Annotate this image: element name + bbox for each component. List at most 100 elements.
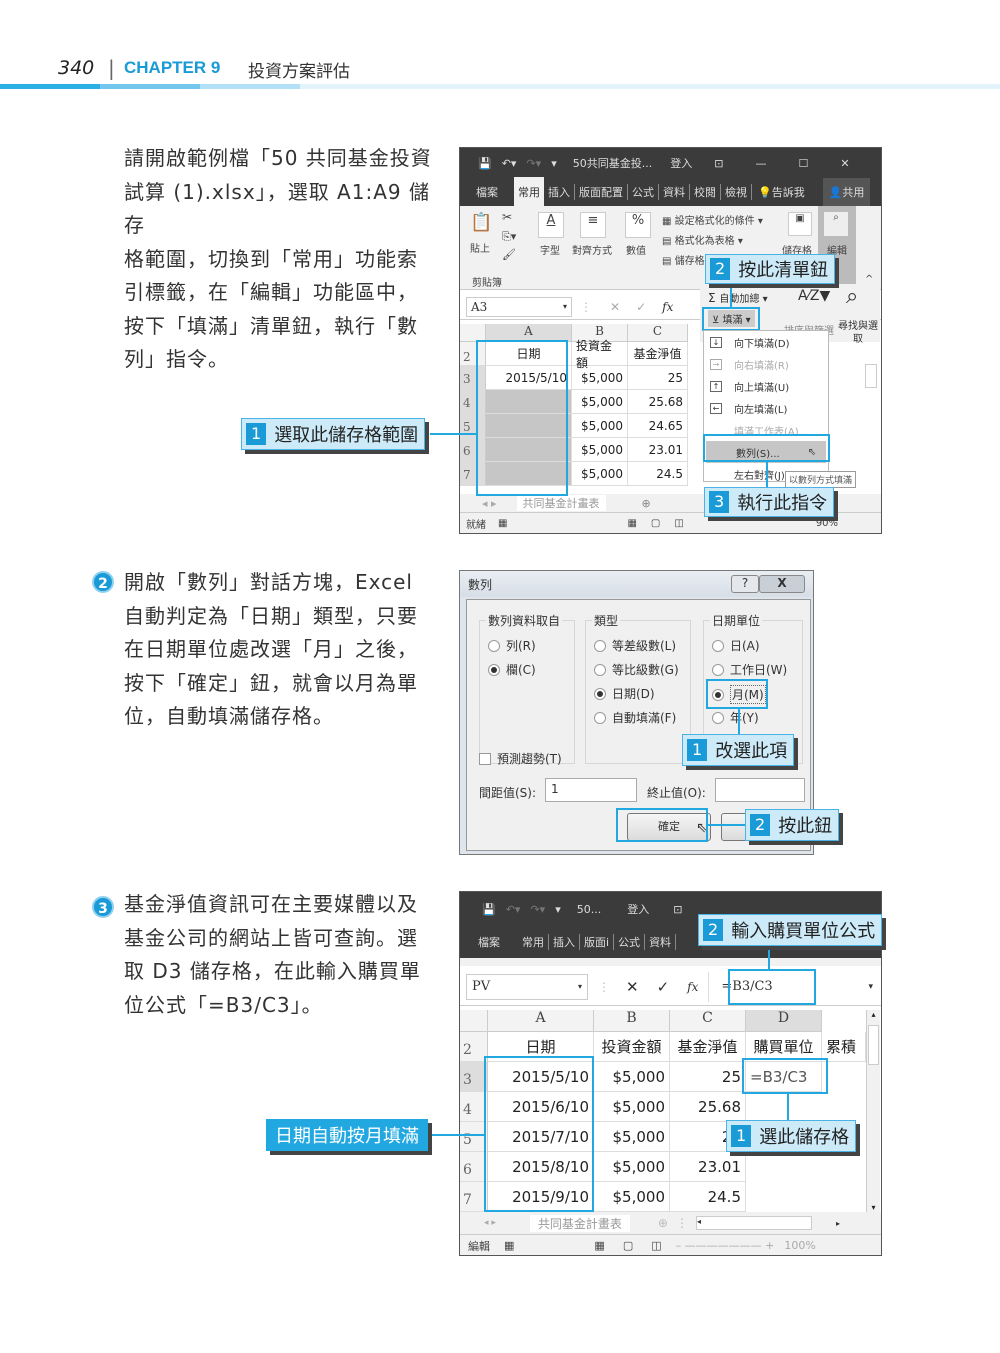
zoom-slider[interactable]: – ——————— + [676, 1239, 775, 1252]
fx-icon[interactable]: fx [687, 980, 698, 994]
header-cell-cumulative[interactable]: 累積 [822, 1032, 866, 1062]
scroll-thumb[interactable] [868, 1025, 879, 1065]
tab-insert[interactable]: 插入 [544, 184, 575, 200]
tab-formulas[interactable]: 公式 [628, 184, 659, 200]
sheet-prev-icon[interactable]: ◂ ▸ [482, 497, 497, 510]
cell-c6[interactable]: 23.01 [628, 438, 688, 462]
tab-file[interactable]: 檔案 [478, 934, 500, 950]
normal-view-icon[interactable]: ▦ [627, 518, 636, 529]
menu-item-fill-left[interactable]: ← 向左填滿(L) [704, 397, 828, 419]
conditional-format-button[interactable]: ▦ 設定格式化的條件 ▾ [662, 212, 763, 227]
radio-linear[interactable]: 等差級數(L) [594, 637, 676, 654]
menu-item-fill-down[interactable]: ↓ 向下填滿(D) [704, 331, 828, 353]
sheet-tab[interactable]: 共同基金計畫表 [529, 1214, 630, 1232]
page-layout-icon[interactable]: ▢ [651, 518, 660, 529]
radio-columns[interactable]: 欄(C) [488, 661, 536, 678]
cell-b6[interactable]: $5,000 [572, 438, 628, 462]
tab-data[interactable]: 資料 [645, 934, 677, 950]
radio-rows[interactable]: 列(R) [488, 637, 536, 654]
header-cell-amount[interactable]: 投資金額 [572, 339, 628, 370]
col-header-d[interactable]: D [746, 1010, 822, 1032]
autosum-button[interactable]: Σ 自動加總 ▾ [708, 290, 768, 305]
cancel-icon[interactable]: ✕ [626, 978, 639, 996]
undo-icon[interactable]: ↶▾ [502, 157, 517, 170]
col-header-b[interactable]: B [594, 1010, 670, 1032]
cell-b3[interactable]: $5,000 [572, 366, 628, 390]
cell-c7[interactable]: 24.5 [670, 1182, 746, 1212]
select-all[interactable] [460, 1010, 488, 1032]
page-break-icon[interactable]: ◫ [674, 518, 683, 529]
tab-layout[interactable]: 版面配置 [575, 184, 628, 200]
enter-icon[interactable]: ✓ [657, 978, 670, 996]
cell-c3[interactable]: 25 [628, 366, 688, 390]
col-header-c[interactable]: C [628, 324, 688, 342]
cut-icon[interactable]: ✂ [502, 210, 512, 224]
font-group-button[interactable]: 字型 [540, 242, 560, 257]
page-break-icon[interactable]: ◫ [651, 1239, 661, 1252]
paste-icon[interactable]: 📋 [470, 212, 492, 233]
name-box[interactable]: A3 ▾ [466, 296, 572, 317]
tab-data[interactable]: 資料 [659, 184, 690, 200]
tab-layout[interactable]: 版面i [580, 934, 615, 950]
trend-checkbox[interactable]: 預測趨勢(T) [479, 750, 562, 767]
step-value-input[interactable]: 1 [545, 778, 637, 802]
save-icon[interactable]: 💾 [478, 157, 492, 170]
undo-icon[interactable]: ↶▾ [506, 903, 521, 916]
share-button[interactable]: 👤共用 [822, 178, 871, 206]
ribbon-display-icon[interactable]: ⊡ [673, 903, 682, 916]
col-header-a[interactable]: A [488, 1010, 594, 1032]
align-group-button[interactable]: 對齊方式 [572, 242, 612, 257]
vertical-scrollbar[interactable]: ▴ ▾ [866, 1010, 880, 1212]
format-painter-icon[interactable]: 🖌 [502, 248, 516, 261]
cell-c4[interactable]: 25.68 [628, 390, 688, 414]
macro-icon[interactable]: ▦ [498, 518, 507, 529]
scroll-right-icon[interactable]: ▸ [836, 1219, 840, 1228]
paste-label[interactable]: 貼上 [470, 240, 490, 255]
page-layout-icon[interactable]: ▢ [623, 1239, 633, 1252]
cell-c4[interactable]: 25.68 [670, 1092, 746, 1122]
cell-b4[interactable]: $5,000 [572, 390, 628, 414]
cell-b6[interactable]: $5,000 [594, 1152, 670, 1182]
fx-icon[interactable]: fx [662, 300, 673, 314]
help-button[interactable]: ? [731, 575, 759, 593]
tab-home[interactable]: 常用 [514, 177, 544, 207]
name-box[interactable]: PV ▾ [466, 973, 588, 1000]
cell-b7[interactable]: $5,000 [594, 1182, 670, 1212]
cells-icon[interactable]: ▣ [788, 212, 812, 236]
close-icon[interactable]: ✕ [840, 157, 849, 170]
col-header-c[interactable]: C [670, 1010, 746, 1032]
tab-formulas[interactable]: 公式 [614, 934, 646, 950]
cell-c5[interactable]: 24.65 [628, 414, 688, 438]
header-cell-amount[interactable]: 投資金額 [594, 1032, 670, 1062]
redo-icon[interactable]: ↷▾ [530, 903, 545, 916]
tab-insert[interactable]: 插入 [549, 934, 580, 950]
radio-weekday[interactable]: 工作日(W) [712, 661, 787, 678]
cell-b5[interactable]: $5,000 [594, 1122, 670, 1152]
zoom-level[interactable]: 100% [784, 1239, 815, 1252]
close-button[interactable]: X [759, 575, 805, 593]
scroll-up-icon[interactable]: ▴ [867, 1010, 880, 1019]
tell-me-input[interactable]: 告訴我 [772, 184, 805, 200]
maximize-icon[interactable]: ☐ [798, 157, 808, 170]
expand-formula-icon[interactable]: ▾ [868, 982, 873, 992]
cell-c3[interactable]: 25 [670, 1062, 746, 1092]
copy-icon[interactable]: ⎘▾ [502, 230, 516, 244]
signin-button[interactable]: 登入 [670, 155, 692, 171]
ribbon-display-icon[interactable]: ⊡ [714, 157, 723, 170]
radio-day[interactable]: 日(A) [712, 637, 760, 654]
minimize-icon[interactable]: — [755, 157, 766, 170]
find-select-label[interactable]: 尋找與選取 [838, 320, 878, 346]
find-icon[interactable]: ⌕ [846, 284, 858, 309]
cell-b3[interactable]: $5,000 [594, 1062, 670, 1092]
redo-icon[interactable]: ↷▾ [526, 157, 541, 170]
tab-file[interactable]: 檔案 [476, 184, 498, 200]
menu-item-fill-right[interactable]: → 向右填滿(R) [704, 353, 828, 375]
add-sheet-icon[interactable]: ⊕ [658, 1216, 668, 1230]
zoom-level[interactable]: 90% [816, 518, 838, 529]
header-cell-nav[interactable]: 基金淨值 [628, 342, 688, 366]
radio-date[interactable]: 日期(D) [594, 685, 655, 702]
menu-item-fill-up[interactable]: ↑ 向上填滿(U) [704, 375, 828, 397]
cell-b5[interactable]: $5,000 [572, 414, 628, 438]
sheet-tab[interactable]: 共同基金計畫表 [516, 495, 606, 511]
save-icon[interactable]: 💾 [482, 903, 496, 916]
